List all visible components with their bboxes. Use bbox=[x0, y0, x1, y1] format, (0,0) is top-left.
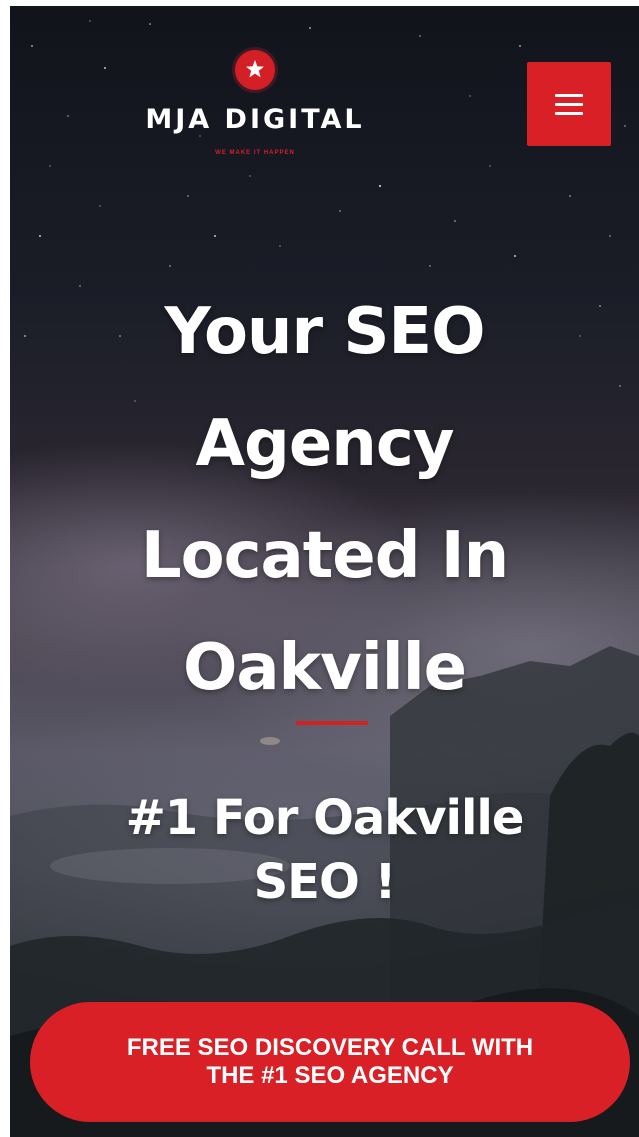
star-icon bbox=[246, 60, 264, 78]
hero-title: Your SEO Agency Located In Oakville bbox=[140, 295, 509, 705]
hero-divider bbox=[296, 721, 368, 725]
logo-tagline: WE MAKE IT HAPPEN bbox=[215, 150, 295, 156]
hero-subtitle: #1 For Oakville SEO ! bbox=[125, 790, 525, 910]
cta-label: FREE SEO DISCOVERY CALL WITH THE #1 SEO … bbox=[126, 1034, 534, 1089]
logo-badge bbox=[235, 50, 275, 90]
free-seo-call-button[interactable]: FREE SEO DISCOVERY CALL WITH THE #1 SEO … bbox=[30, 1002, 630, 1122]
menu-button[interactable] bbox=[527, 62, 611, 146]
hero-section: MJA DIGITAL WE MAKE IT HAPPEN Your SEO A… bbox=[10, 6, 639, 1137]
logo[interactable]: MJA DIGITAL WE MAKE IT HAPPEN bbox=[120, 50, 400, 170]
logo-name: MJA DIGITAL bbox=[145, 104, 365, 135]
